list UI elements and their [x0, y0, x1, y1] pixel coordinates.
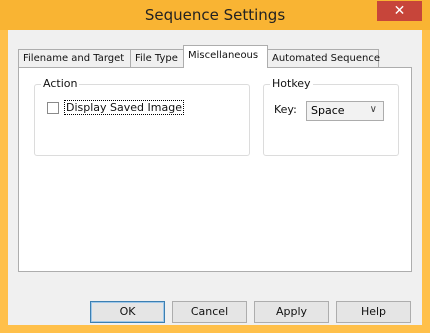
hotkey-group-label: Hotkey — [270, 77, 313, 90]
title-bar[interactable]: Sequence Settings ✕ — [0, 0, 430, 30]
ok-button-label: OK — [119, 305, 136, 318]
key-select-value: Space — [311, 104, 345, 117]
tab-miscellaneous[interactable]: Miscellaneous — [183, 45, 268, 68]
help-button[interactable]: Help — [336, 301, 411, 323]
close-button[interactable]: ✕ — [377, 1, 422, 21]
tab-label: Filename and Target — [23, 53, 125, 64]
key-select[interactable]: Space ∨ — [306, 101, 384, 121]
apply-button[interactable]: Apply — [254, 301, 329, 323]
key-label: Key: — [274, 103, 297, 116]
display-saved-image-checkbox[interactable] — [47, 102, 59, 114]
tab-label: Automated Sequence — [272, 53, 381, 64]
tab-strip: Filename and Target File Type Miscellane… — [18, 45, 414, 68]
tab-automated-sequence[interactable]: Automated Sequence — [267, 49, 381, 67]
sequence-settings-window: Sequence Settings ✕ Filename and Target … — [0, 0, 430, 333]
hotkey-group: Hotkey Key: Space ∨ — [263, 77, 399, 156]
cancel-button[interactable]: Cancel — [172, 301, 247, 323]
action-group-label: Action — [41, 77, 80, 90]
display-saved-image-label[interactable]: Display Saved Image — [64, 100, 184, 115]
help-button-label: Help — [360, 305, 387, 318]
tab-file-type[interactable]: File Type — [130, 49, 186, 67]
tab-label: File Type — [135, 53, 178, 64]
chevron-down-icon: ∨ — [369, 104, 377, 115]
miscellaneous-panel: Action Display Saved Image Hotkey Key: S… — [18, 67, 412, 272]
dialog-client-area: Filename and Target File Type Miscellane… — [8, 30, 422, 325]
tab-filename-and-target[interactable]: Filename and Target — [18, 49, 131, 67]
tab-label: Miscellaneous — [188, 50, 259, 61]
close-icon: ✕ — [393, 3, 406, 19]
cancel-button-label: Cancel — [190, 305, 229, 318]
ok-button[interactable]: OK — [90, 301, 165, 323]
apply-button-label: Apply — [275, 305, 308, 318]
window-title: Sequence Settings — [144, 6, 286, 24]
action-group: Action Display Saved Image — [34, 77, 250, 156]
